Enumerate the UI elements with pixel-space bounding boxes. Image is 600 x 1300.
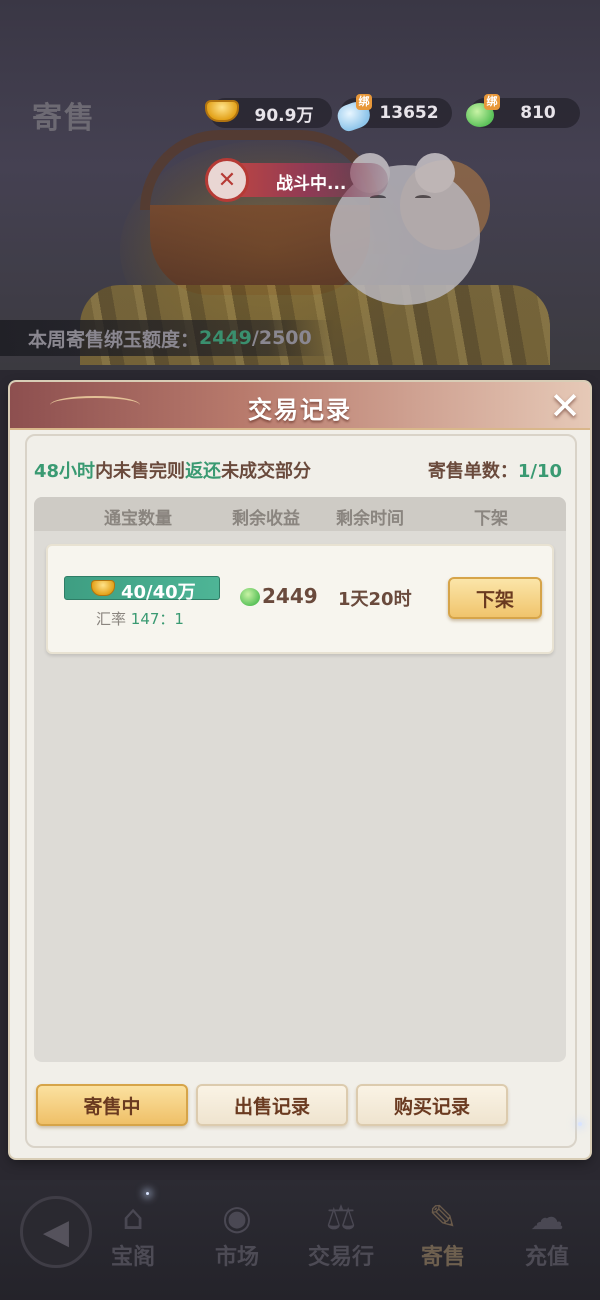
tab-sale-records[interactable]: 出售记录 — [196, 1084, 348, 1126]
expiry-notice: 48小时内未售完则返还未成交部分 — [34, 457, 311, 483]
nav-item-treasure-pavilion[interactable]: ⌂ 宝阁 — [88, 1195, 178, 1275]
battle-status-text: 战斗中... — [276, 174, 347, 194]
nav-label: 交易行 — [307, 1245, 374, 1270]
amount-text: 40/40万 — [121, 582, 196, 603]
order-count: 寄售单数：1/10 — [428, 457, 562, 483]
pavilion-icon: ⌂ — [122, 1198, 144, 1238]
notice-duration: 48小时 — [34, 461, 96, 482]
crossed-swords-icon[interactable]: ✕ — [205, 158, 249, 202]
bound-tag: 绑 — [356, 94, 372, 110]
order-count-label: 寄售单数： — [427, 461, 518, 482]
amount-progress: 40/40万 — [64, 576, 220, 603]
remaining-income: 2449 — [262, 584, 318, 608]
bound-tag: 绑 — [484, 94, 500, 110]
notice-text-end: 未成交部分 — [221, 461, 312, 482]
notice-return: 返还 — [185, 461, 222, 482]
dialog-title: 交易记录 — [248, 396, 352, 424]
nav-item-consignment[interactable]: ✎ 寄售 — [398, 1195, 488, 1275]
notice-text: 内未售完则 — [95, 461, 186, 482]
records-list: 通宝数量 剩余收益 剩余时间 下架 40/40万 汇率 147：1 2449 1… — [34, 497, 566, 1062]
column-time: 剩余时间 — [336, 509, 404, 529]
sparkle-decoration — [146, 1192, 149, 1195]
remaining-time: 1天20时 — [338, 589, 412, 610]
exchange-rate: 汇率 147：1 — [96, 608, 184, 629]
green-jade-icon — [240, 588, 260, 606]
column-header: 通宝数量 剩余收益 剩余时间 下架 — [34, 497, 566, 531]
column-income: 剩余收益 — [232, 509, 300, 529]
column-action: 下架 — [474, 509, 508, 529]
order-count-value: 1/10 — [517, 461, 562, 482]
rate-label: 汇率 — [96, 610, 127, 628]
page-title: 寄售 — [32, 101, 96, 136]
rate-value: 147：1 — [130, 610, 184, 628]
delist-button[interactable]: 下架 — [448, 577, 542, 619]
nav-item-market[interactable]: ◉ 市场 — [192, 1195, 282, 1275]
quota-current: 2449 — [199, 327, 252, 349]
trade-records-dialog: 交易记录 ✕ 48小时内未售完则返还未成交部分 寄售单数：1/10 通宝数量 剩… — [10, 382, 590, 1158]
nav-item-trading-house[interactable]: ⚖ 交易行 — [296, 1195, 386, 1275]
coin-icon: ◉ — [222, 1198, 252, 1238]
close-icon: ✕ — [549, 384, 581, 428]
nav-label: 充值 — [524, 1245, 569, 1270]
nav-label: 寄售 — [420, 1245, 465, 1270]
tab-purchase-records[interactable]: 购买记录 — [356, 1084, 508, 1126]
nav-item-recharge[interactable]: ☁ 充值 — [502, 1195, 592, 1275]
quota-label: 本周寄售绑玉额度： — [28, 328, 200, 351]
close-button[interactable]: ✕ — [543, 384, 587, 428]
quota-max: /2500 — [251, 327, 312, 349]
compass-back-icon: ◀ — [42, 1212, 70, 1252]
gold-ingot-icon — [91, 580, 115, 596]
list-item: 40/40万 汇率 147：1 2449 1天20时 下架 — [46, 544, 554, 654]
gold-ingot-icon — [205, 100, 239, 122]
nav-label: 市场 — [214, 1245, 259, 1270]
scale-icon: ⚖ — [325, 1198, 357, 1238]
dialog-header: 交易记录 ✕ — [10, 382, 590, 430]
tab-on-sale[interactable]: 寄售中 — [36, 1084, 188, 1126]
sparkle-decoration — [578, 1122, 582, 1126]
weekly-quota-bar: 本周寄售绑玉额度： 2449 /2500 — [0, 320, 335, 356]
scroll-icon: ✎ — [428, 1198, 458, 1238]
column-amount: 通宝数量 — [104, 509, 172, 529]
cloud-icon: ☁ — [530, 1198, 564, 1238]
nav-label: 宝阁 — [110, 1245, 155, 1270]
back-button[interactable]: ◀ — [20, 1196, 92, 1268]
